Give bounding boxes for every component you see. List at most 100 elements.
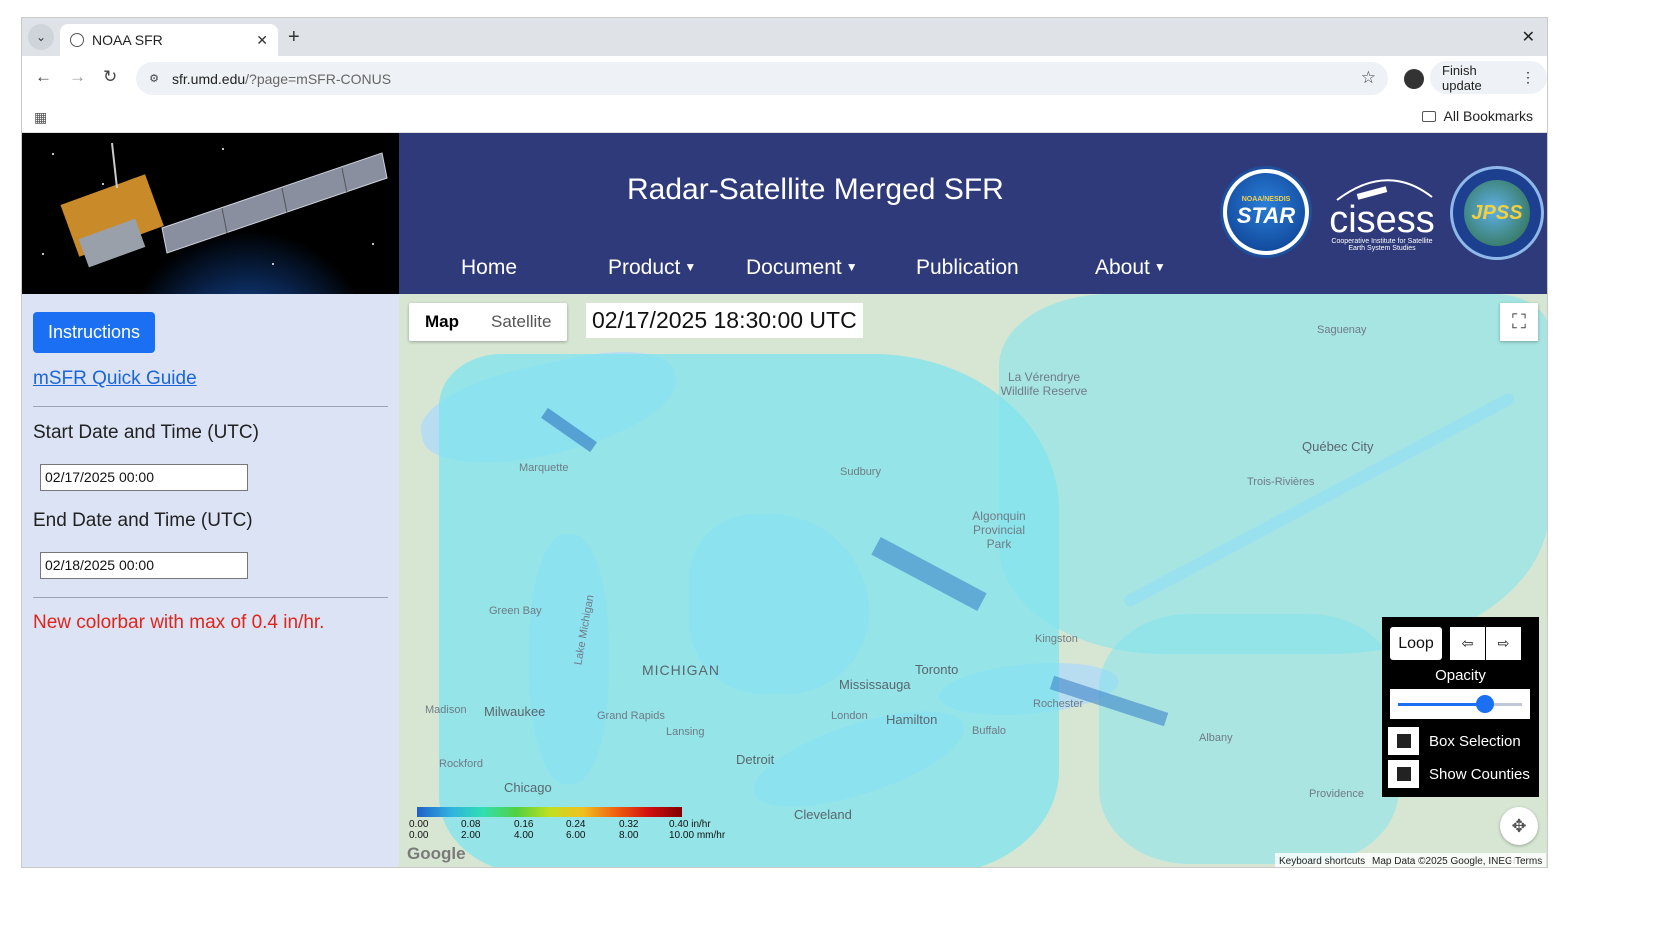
show-counties-checkbox[interactable]: [1388, 760, 1419, 788]
finish-update-button[interactable]: Finish update ⋮: [1430, 61, 1547, 94]
quick-guide-link[interactable]: mSFR Quick Guide: [33, 368, 197, 390]
box-selection-row[interactable]: Box Selection: [1388, 727, 1521, 755]
show-counties-label: Show Counties: [1429, 765, 1530, 783]
start-date-label: Start Date and Time (UTC): [33, 422, 259, 443]
caret-down-icon: ▼: [845, 260, 858, 274]
browser-toolbar: ← → ↻ ⚙ sfr.umd.edu/?page=mSFR-CONUS ☆ F…: [22, 56, 1547, 101]
camera-control-icon[interactable]: ✥: [1500, 807, 1538, 845]
folder-icon: [1421, 110, 1436, 122]
browser-tab[interactable]: NOAA SFR ✕: [60, 24, 278, 56]
city-label-albany: Albany: [1199, 732, 1233, 744]
all-bookmarks-label: All Bookmarks: [1443, 108, 1533, 124]
city-label-detroit: Detroit: [736, 752, 775, 767]
precip-colorbar: [417, 807, 682, 817]
nav-document[interactable]: Document ▼: [746, 256, 858, 280]
opacity-label: Opacity: [1435, 667, 1486, 684]
all-bookmarks-button[interactable]: All Bookmarks: [1421, 108, 1533, 124]
fullscreen-icon[interactable]: ⛶: [1500, 303, 1538, 341]
star-logo[interactable]: NOAA/NESDIS STAR: [1220, 166, 1312, 258]
end-date-label: End Date and Time (UTC): [33, 510, 253, 531]
cisess-logo-sub1: Cooperative Institute for Satellite: [1331, 238, 1433, 245]
city-label-green-bay: Green Bay: [489, 605, 542, 617]
terms-link[interactable]: Terms: [1511, 853, 1547, 867]
city-label-chicago: Chicago: [504, 780, 552, 795]
city-label-trois-rivieres: Trois-Rivières: [1247, 476, 1315, 488]
tab-strip: ⌄ NOAA SFR ✕ + ✕: [22, 18, 1547, 56]
star-logo-ring-text: NOAA/NESDIS: [1241, 195, 1291, 203]
url-text: sfr.umd.edu/?page=mSFR-CONUS: [172, 71, 391, 87]
google-logo: Google: [407, 844, 466, 863]
map-canvas[interactable]: MICHIGAN Milwaukee Chicago Detroit Toron…: [399, 294, 1547, 867]
city-label-london: London: [831, 710, 868, 722]
city-label-saguenay: Saguenay: [1317, 324, 1367, 336]
divider: [33, 406, 388, 407]
city-label-mississauga: Mississauga: [839, 677, 911, 692]
nav-home[interactable]: Home: [461, 256, 517, 280]
precip-overlay: [999, 294, 1547, 654]
tab-title: NOAA SFR: [92, 32, 163, 48]
site-header: Radar-Satellite Merged SFR Home Product ▼…: [22, 133, 1547, 294]
cisess-logo-sub2: Earth System Studies: [1348, 245, 1416, 252]
profile-avatar[interactable]: [1404, 69, 1424, 89]
map-type-map-button[interactable]: Map: [409, 303, 475, 341]
city-label-lansing: Lansing: [666, 726, 705, 738]
animation-control-panel: Loop ⇦ ⇨ Opacity Box Selection Show Coun…: [1382, 617, 1539, 797]
nav-about[interactable]: About ▼: [1095, 256, 1166, 280]
show-counties-row[interactable]: Show Counties: [1388, 760, 1530, 788]
colorbar-tick: 0.24 6.00: [566, 819, 586, 841]
map-type-satellite-button[interactable]: Satellite: [475, 303, 567, 341]
end-date-input[interactable]: 02/18/2025 00:00: [40, 552, 248, 579]
prev-frame-button[interactable]: ⇦: [1450, 627, 1485, 660]
city-label-madison: Madison: [425, 704, 467, 716]
address-bar[interactable]: ⚙ sfr.umd.edu/?page=mSFR-CONUS ☆: [136, 62, 1388, 95]
tab-search-icon[interactable]: ⌄: [28, 24, 54, 50]
back-icon[interactable]: ←: [35, 67, 52, 87]
jpss-logo[interactable]: JPSS: [1450, 166, 1544, 260]
park-label-laverendrye: La Vérendrye Wildlife Reserve: [1000, 370, 1088, 398]
new-tab-icon[interactable]: +: [288, 26, 300, 48]
map-type-control: Map Satellite: [409, 303, 568, 341]
box-selection-checkbox[interactable]: [1388, 727, 1419, 755]
jpss-logo-text: JPSS: [1471, 201, 1523, 224]
city-label-toronto: Toronto: [915, 662, 959, 677]
city-label-marquette: Marquette: [519, 462, 569, 474]
city-label-rochester: Rochester: [1033, 698, 1084, 710]
opacity-slider-container: [1390, 689, 1530, 719]
satellite-swoosh-icon: [1336, 179, 1433, 201]
sidebar: Instructions mSFR Quick Guide Start Date…: [22, 294, 399, 867]
divider: [33, 597, 388, 598]
star-logo-text: STAR: [1236, 202, 1296, 228]
colorbar-tick: 0.40 in/hr 10.00 mm/hr: [669, 819, 726, 841]
cisess-logo[interactable]: cisess Cooperative Institute for Satelli…: [1322, 166, 1442, 258]
forward-icon[interactable]: →: [69, 67, 86, 87]
web-page: Radar-Satellite Merged SFR Home Product ▼…: [22, 133, 1547, 867]
apps-grid-icon[interactable]: ▦: [34, 109, 47, 126]
opacity-slider-thumb[interactable]: [1475, 695, 1494, 713]
loop-button[interactable]: Loop: [1390, 627, 1442, 660]
bookmark-star-icon[interactable]: ☆: [1361, 68, 1376, 88]
city-label-buffalo: Buffalo: [972, 725, 1007, 737]
city-label-grand-rapids: Grand Rapids: [597, 710, 665, 722]
nav-publication[interactable]: Publication: [916, 256, 1019, 280]
nav-product-label: Product: [608, 256, 681, 279]
colorbar-tick: 0.32 8.00: [619, 819, 639, 841]
menu-dots-icon[interactable]: ⋮: [1521, 69, 1535, 86]
park-label-algonquin: Algonquin Provincial Park: [972, 509, 1026, 551]
keyboard-shortcuts-link[interactable]: Keyboard shortcuts: [1275, 853, 1370, 867]
nav-product[interactable]: Product ▼: [608, 256, 696, 280]
city-label-milwaukee: Milwaukee: [484, 704, 546, 719]
box-selection-label: Box Selection: [1429, 732, 1521, 750]
reload-icon[interactable]: ↻: [103, 67, 117, 87]
url-host: sfr.umd.edu: [172, 70, 246, 87]
colorbar-notice: New colorbar with max of 0.4 in/hr.: [33, 612, 325, 633]
colorbar-tick: 0.08 2.00: [461, 819, 481, 841]
instructions-button[interactable]: Instructions: [33, 312, 155, 353]
city-label-rockford: Rockford: [439, 758, 484, 770]
opacity-slider-track[interactable]: [1398, 703, 1522, 706]
site-info-icon[interactable]: ⚙: [144, 69, 164, 89]
close-window-icon[interactable]: ✕: [1522, 27, 1535, 47]
close-tab-icon[interactable]: ✕: [256, 32, 268, 49]
cisess-logo-text: cisess: [1329, 199, 1435, 241]
next-frame-button[interactable]: ⇨: [1486, 627, 1521, 660]
start-date-input[interactable]: 02/17/2025 00:00: [40, 464, 248, 491]
